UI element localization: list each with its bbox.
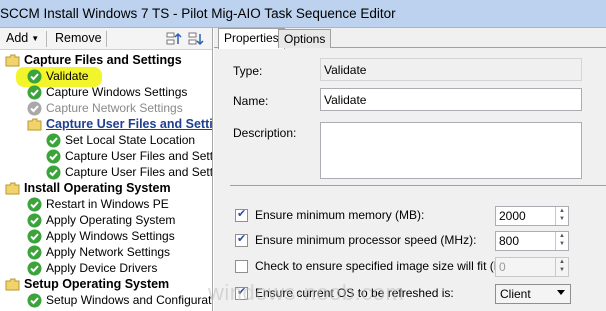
tab-properties[interactable]: Properties	[218, 28, 285, 49]
memory-label: Ensure minimum memory (MB):	[255, 208, 425, 222]
tree-node-label: Setup Windows and Configuration	[46, 293, 213, 307]
tree-node-label: Apply Network Settings	[46, 245, 171, 259]
tab-strip: Properties Options	[214, 28, 606, 49]
tree-node-label: Apply Device Drivers	[46, 261, 158, 275]
image-size-label: Check to ensure specified image size wil…	[255, 259, 520, 273]
green-check-icon	[27, 293, 42, 308]
properties-pane: Properties Options Type: Validate Name: …	[214, 28, 606, 311]
processor-checkbox[interactable]	[235, 232, 248, 247]
spinner-arrows-icon: ▲ ▼	[555, 258, 568, 276]
os-refresh-label: Ensure current OS to be refreshed is:	[255, 286, 454, 300]
image-size-spinner: 0 ▲ ▼	[495, 257, 569, 277]
memory-spinner[interactable]: 2000 ▲ ▼	[495, 206, 569, 226]
title-bar: SCCM Install Windows 7 TS - Pilot Mig-AI…	[0, 0, 606, 28]
processor-value: 800	[499, 234, 520, 248]
tree-node-label: Capture Windows Settings	[46, 85, 188, 99]
green-check-icon	[27, 85, 42, 100]
add-button-label: Add	[6, 31, 29, 45]
chevron-down-icon	[557, 290, 565, 295]
folder-icon	[5, 54, 20, 67]
name-field[interactable]: Validate	[320, 88, 582, 111]
description-field[interactable]	[320, 122, 582, 179]
tree-node-label: Apply Operating System	[46, 213, 176, 227]
section-divider	[230, 185, 606, 186]
tree-node-label: Apply Windows Settings	[46, 229, 175, 243]
tree-node-label: Setup Operating System	[24, 277, 170, 291]
chevron-down-icon: ▼	[31, 34, 40, 43]
folder-icon	[27, 118, 42, 131]
tree-node-label: Restart in Windows PE	[46, 197, 169, 211]
tree-node-label: Capture User Files and Settings	[65, 149, 213, 163]
move-down-icon[interactable]	[188, 31, 204, 47]
green-check-icon	[27, 69, 42, 84]
image-size-value: 0	[499, 260, 506, 274]
remove-button[interactable]: Remove	[55, 31, 102, 45]
type-label: Type:	[233, 64, 263, 78]
tree-node-label: Install Operating System	[24, 181, 171, 195]
green-check-icon	[27, 245, 42, 260]
tree-node-label: Capture Files and Settings	[24, 53, 182, 67]
toolbar-divider	[46, 31, 47, 47]
spinner-arrows-icon[interactable]: ▲ ▼	[555, 232, 568, 250]
tree-node-label: Set Local State Location	[65, 133, 196, 147]
green-check-icon	[46, 165, 61, 180]
tree-node-label: Capture User Files and Settings	[46, 117, 213, 131]
toolbar: Add ▼ Remove	[0, 28, 212, 50]
green-check-icon	[27, 229, 42, 244]
window-title: SCCM Install Windows 7 TS - Pilot Mig-AI…	[0, 6, 396, 21]
spinner-arrows-icon[interactable]: ▲ ▼	[555, 207, 568, 225]
name-label: Name:	[233, 94, 269, 108]
green-check-icon	[27, 213, 42, 228]
os-type-value: Client	[500, 287, 531, 301]
tree-node-label: Validate	[46, 69, 89, 83]
green-check-icon	[46, 149, 61, 164]
type-value: Validate	[320, 58, 582, 81]
task-sequence-pane: Add ▼ Remove Capture Files and Settings V…	[0, 28, 213, 311]
tab-options[interactable]: Options	[278, 29, 332, 48]
memory-value: 2000	[499, 209, 526, 223]
tree-node-label: Capture Network Settings	[46, 101, 183, 115]
green-check-icon	[27, 197, 42, 212]
processor-spinner[interactable]: 800 ▲ ▼	[495, 231, 569, 251]
description-label: Description:	[233, 126, 297, 140]
move-up-icon[interactable]	[166, 31, 182, 47]
folder-icon	[5, 278, 20, 291]
toolbar-divider	[106, 31, 107, 47]
processor-label: Ensure minimum processor speed (MHz):	[255, 233, 477, 247]
green-check-icon	[27, 261, 42, 276]
add-button[interactable]: Add ▼	[6, 31, 39, 45]
os-type-dropdown[interactable]: Client	[495, 284, 571, 304]
gray-check-icon	[27, 101, 42, 116]
tree-node-label: Capture User Files and Settings	[65, 165, 213, 179]
os-refresh-checkbox[interactable]	[235, 285, 248, 300]
folder-icon	[5, 182, 20, 195]
green-check-icon	[46, 133, 61, 148]
image-size-checkbox[interactable]	[235, 260, 248, 273]
memory-checkbox[interactable]	[235, 207, 248, 222]
